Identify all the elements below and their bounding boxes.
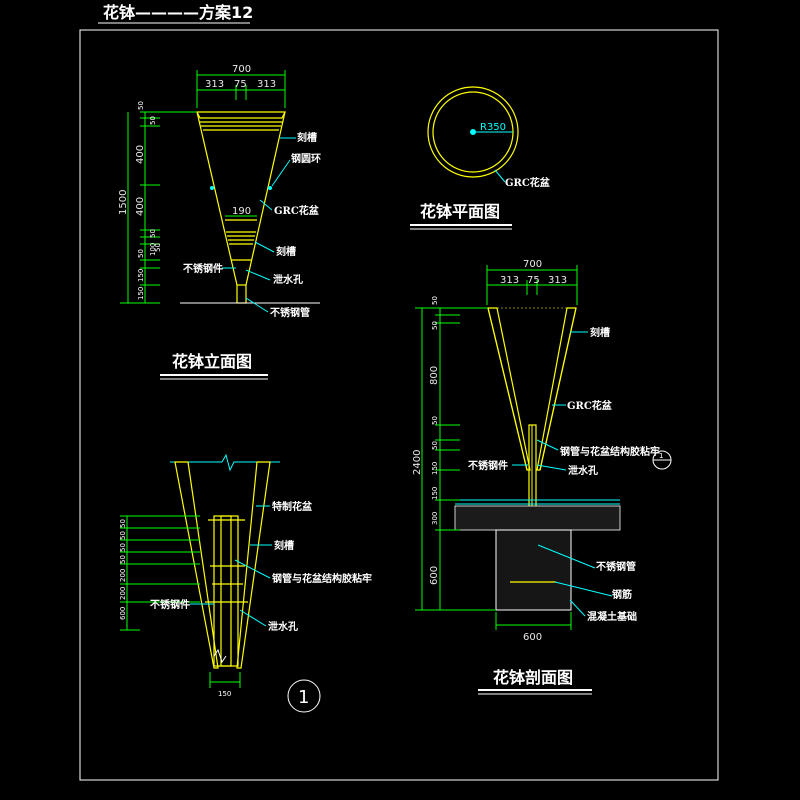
detail-h-3: 50 [119,555,127,564]
elev-note-stainless-pipe: 不锈钢管 [270,306,310,319]
elev-note-groove: 刻槽 [297,131,317,144]
detail-note-fix: 钢管与花盆结构胶粘牢 [272,572,372,585]
sect-h-7: 300 [431,512,439,525]
elev-h-3: 400 [135,197,146,216]
detail-note-stainless-part: 不锈钢件 [150,598,190,611]
detail-bottom-width: 150 [218,690,231,698]
sect-top-width: 700 [523,259,542,270]
elev-top-width: 700 [232,64,251,75]
drawing-title: 花钵————方案12 [103,3,253,22]
elev-note-stainless-part: 不锈钢件 [183,262,223,275]
sect-top-part-3: 313 [548,275,567,286]
elev-top-part-1: 313 [205,79,224,90]
drawing-frame [79,29,719,781]
concrete-foundation [495,529,572,611]
sect-base-width: 600 [523,632,542,643]
detail-h-5: 200 [119,587,127,600]
sect-h-8: 600 [429,566,440,585]
elev-h-1: 50 [149,116,157,125]
detail-h-2: 50 [119,543,127,552]
sect-top-part-1: 313 [500,275,519,286]
elev-note-grc: GRC花盆 [274,204,320,217]
detail-note-drain: 泄水孔 [268,620,298,633]
sect-note-groove: 刻槽 [590,326,610,339]
elev-h-8: 150 [137,269,145,282]
detail-h-1: 50 [119,531,127,540]
plan-note-grc: GRC花盆 [505,176,551,189]
sect-note-drain: 泄水孔 [568,464,598,477]
detail-h-6: 600 [119,607,127,620]
sect-note-fix: 钢管与花盆结构胶粘牢 [560,445,660,458]
detail-h-4: 200 [119,569,127,582]
elev-note-drain: 泄水孔 [273,273,303,286]
elevation-label: 花钵立面图 [172,352,252,371]
detail-h-0: 50 [119,519,127,528]
elev-note-steel-ring: 钢圆环 [291,152,321,165]
sect-note-concrete: 混凝土基础 [587,610,637,623]
detail-marker: 1 [298,687,309,708]
sect-top-part-2: 75 [527,275,540,286]
sect-note-grc: GRC花盆 [567,399,613,412]
elev-h-5: 50 [137,249,145,258]
plan-view: R350 GRC花盆 花钵平面图 [410,86,551,230]
elev-note-groove2: 刻槽 [276,245,296,258]
sect-note-steel: 钢筋 [612,588,632,601]
sect-h-3: 50 [431,416,439,425]
plan-radius: R350 [480,122,506,133]
sect-h-6: 150 [431,487,439,500]
sect-h-4: 50 [431,441,439,450]
plan-label: 花钵平面图 [420,202,500,221]
elev-top-part-2: 75 [234,79,247,90]
detail-note-groove: 刻槽 [274,539,294,552]
drawing-canvas: 花钵————方案12 700 313 75 313 190 1500 50 50… [79,3,719,781]
sect-h-2: 800 [429,366,440,385]
detail-view: 50 50 50 50 200 200 600 150 特制花盆 刻槽 钢管与花… [119,453,372,713]
sect-height-total: 2400 [412,450,423,475]
section-view: 700 313 75 313 600 2400 50 50 800 50 50 … [412,259,672,695]
elev-height-total: 1500 [118,190,129,215]
sect-detail-marker: 1 [659,452,663,460]
elev-top-part-3: 313 [257,79,276,90]
sect-h-5: 150 [431,462,439,475]
elev-h-9: 150 [137,287,145,300]
elev-h-2: 400 [135,145,146,164]
section-label: 花钵剖面图 [493,668,573,687]
elev-h-0: 50 [137,101,145,110]
detail-note-grc: 特制花盆 [272,500,313,513]
sect-note-stainless-pipe: 不锈钢管 [596,560,636,573]
sect-h-0: 50 [431,296,439,305]
sect-note-stainless-part: 不锈钢件 [468,459,508,472]
sect-h-1: 50 [431,321,439,330]
elev-inner-width: 190 [232,206,251,217]
elev-h-7: 50 [154,243,162,252]
elev-h-4: 50 [149,229,157,238]
elevation-view: 700 313 75 313 190 1500 50 50 400 400 50… [118,64,321,380]
